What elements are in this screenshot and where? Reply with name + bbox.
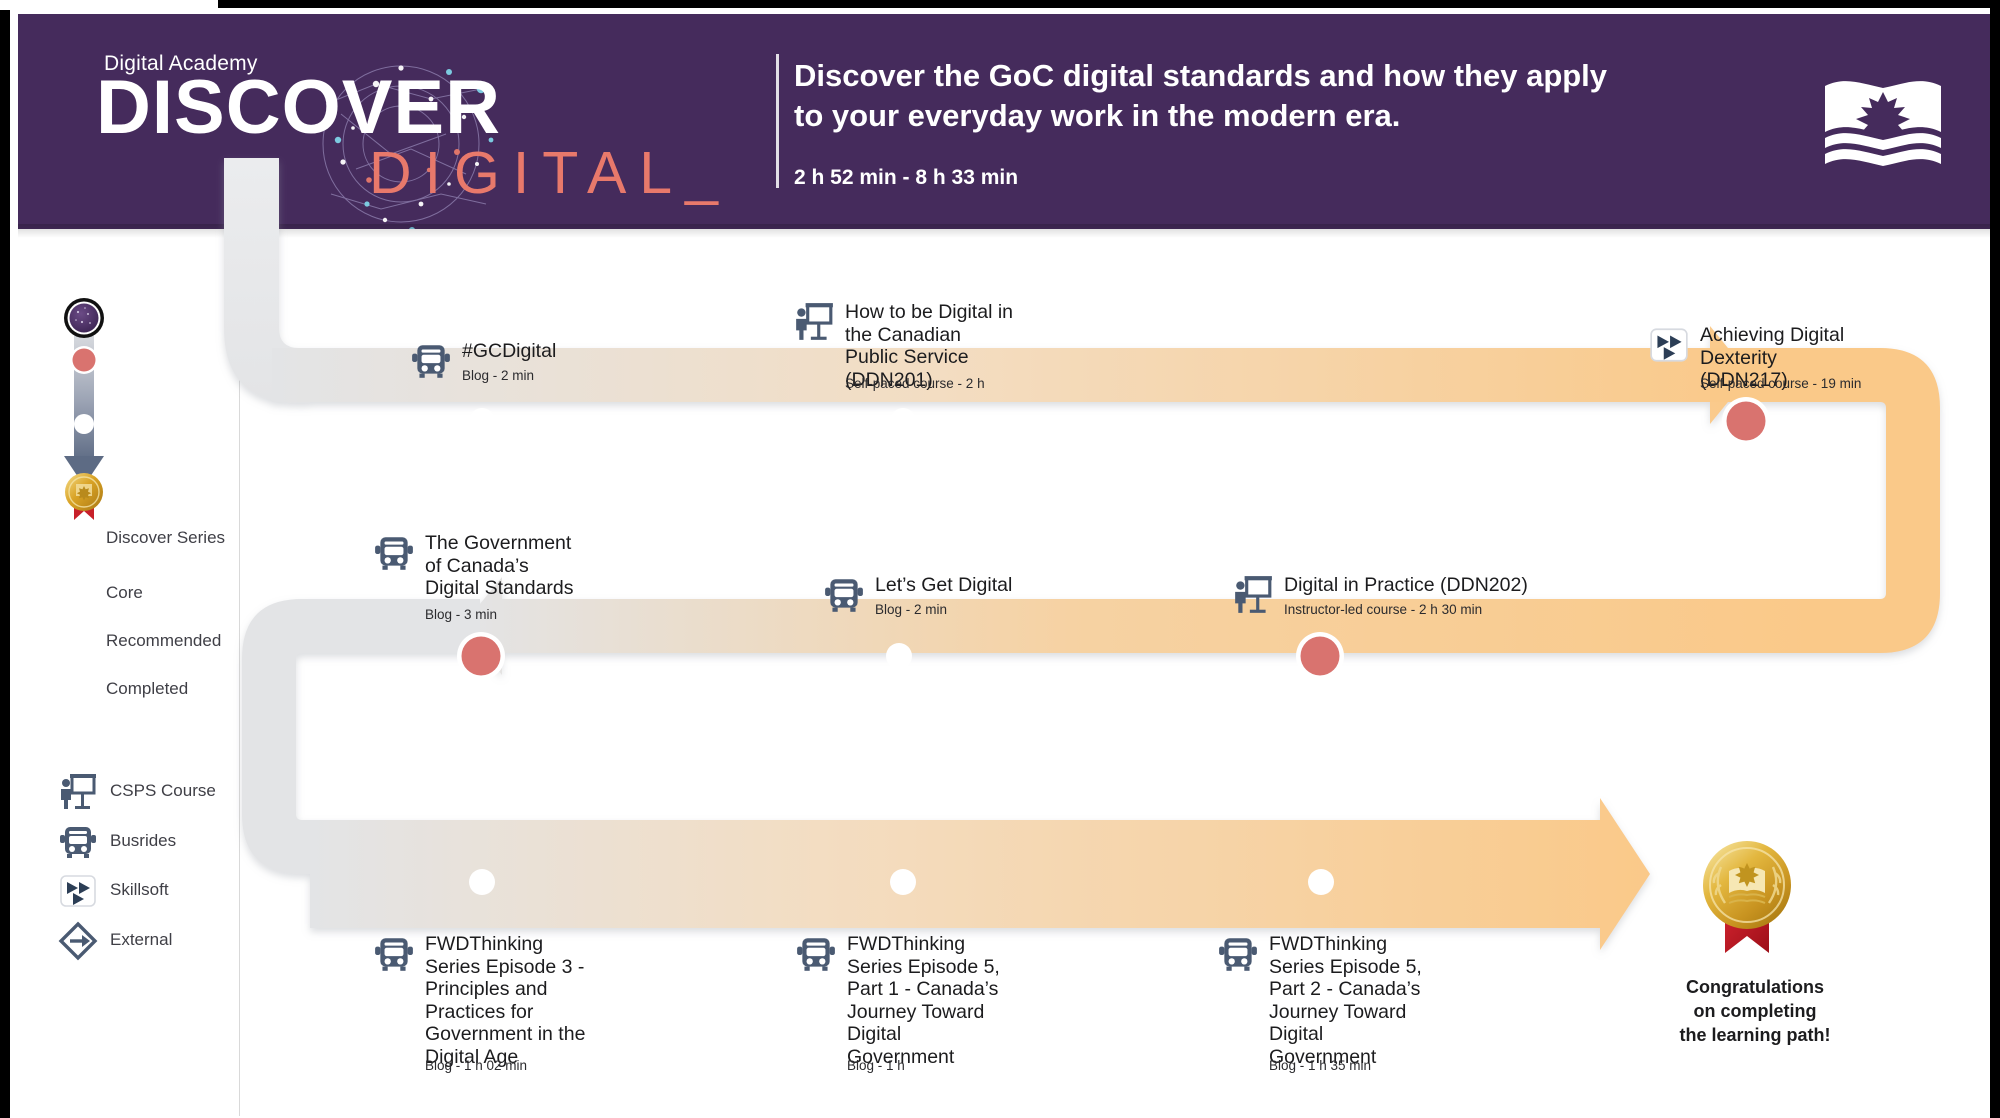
brand-discover-word: DISCOVER xyxy=(96,65,501,150)
busride-icon xyxy=(60,827,96,858)
legend-label-skillsoft: Skillsoft xyxy=(110,880,169,899)
node-title: #GCDigital xyxy=(462,340,557,362)
legend-item-busrides: Busrides xyxy=(58,822,238,862)
csps-open-book-maple-leaf-logo xyxy=(1825,81,1941,166)
path-marker-core-ring xyxy=(1722,397,1770,445)
legend-label-recommended: Recommended xyxy=(106,631,222,650)
legend-label-busrides: Busrides xyxy=(110,831,177,850)
completed-medal-icon xyxy=(1703,841,1791,953)
node-title: FWDThinking Series Episode 3 - Principle… xyxy=(425,933,586,1069)
path-turn-left xyxy=(242,599,480,874)
screenshot-root: Digital Academy DISCOVER DIGITAL_ Discov… xyxy=(0,0,2000,1118)
legend-item-recommended: Recommended xyxy=(106,631,221,652)
legend-label-csps-course: CSPS Course xyxy=(110,781,216,800)
legend-sidebar: Discover Series Core Recommended Complet… xyxy=(18,238,240,1116)
path-marker-recommended xyxy=(890,869,916,895)
legend-label-core: Core xyxy=(106,583,143,602)
busride-icon xyxy=(375,537,413,570)
node-meta: Blog - 2 min xyxy=(875,602,948,617)
node-title: FWDThinking Series Episode 5, Part 2 - C… xyxy=(1269,933,1422,1069)
legend-item-skillsoft: Skillsoft xyxy=(58,871,238,911)
path-marker-core xyxy=(461,636,501,676)
legend-item-discover-series: Discover Series xyxy=(106,528,225,549)
path-marker-core-ring xyxy=(1296,632,1344,680)
node-meta: Blog - 1 h 02 min xyxy=(425,1058,528,1073)
skillsoft-icon xyxy=(1650,328,1688,362)
csps-course-icon xyxy=(1235,576,1272,613)
node-title: Let’s Get Digital xyxy=(875,574,1013,596)
skillsoft-icon xyxy=(60,875,96,907)
external-link-icon xyxy=(58,921,98,961)
busride-icon xyxy=(825,579,863,612)
node-meta: Blog - 1 h xyxy=(847,1058,905,1073)
node-meta: Self-paced course - 2 h xyxy=(845,376,985,391)
completion-line-2: on completing xyxy=(1693,1000,1817,1021)
busride-icon xyxy=(1219,938,1257,971)
path-turn-right xyxy=(1710,348,1940,653)
node-title: Digital in Practice (DDN202) xyxy=(1284,574,1528,596)
node-meta: Blog - 3 min xyxy=(425,607,498,622)
legend-item-core: Core xyxy=(106,583,143,604)
legend-item-external: External xyxy=(58,921,238,961)
node-meta: Self-paced course - 19 min xyxy=(1700,376,1862,391)
header-divider xyxy=(776,54,779,188)
legend-label-discover-series: Discover Series xyxy=(106,528,226,547)
path-marker-recommended xyxy=(886,643,912,669)
node-meta: Blog - 1 h 35 min xyxy=(1269,1058,1372,1073)
legend-label-external: External xyxy=(110,930,173,949)
csps-course-icon xyxy=(796,303,833,340)
completion-message: Congratulations on completing the learni… xyxy=(1635,976,1875,1047)
legend-item-completed: Completed xyxy=(106,679,188,700)
completion-line-3: the learning path! xyxy=(1679,1024,1831,1045)
legend-item-csps-course: CSPS Course xyxy=(58,772,238,812)
brand-digital-word: DIGITAL_ xyxy=(369,140,731,206)
page-canvas: Digital Academy DISCOVER DIGITAL_ Discov… xyxy=(10,8,1990,1118)
path-marker-recommended xyxy=(1308,869,1334,895)
busride-icon xyxy=(797,938,835,971)
busride-icon xyxy=(375,938,413,971)
busride-icon xyxy=(412,345,450,378)
path-marker-core-ring xyxy=(457,632,505,680)
brand-lockup: Digital Academy DISCOVER DIGITAL_ xyxy=(96,52,746,229)
path-marker-core xyxy=(1300,636,1340,676)
completion-line-1: Congratulations xyxy=(1686,977,1824,997)
path-marker-core xyxy=(1726,401,1766,441)
page-title: Discover the GoC digital standards and h… xyxy=(794,58,1608,133)
node-title: FWDThinking Series Episode 5, Part 1 - C… xyxy=(847,933,1000,1069)
path-marker-recommended xyxy=(890,408,916,434)
node-meta: Instructor-led course - 2 h 30 min xyxy=(1284,602,1483,617)
legend-label-completed: Completed xyxy=(106,679,189,698)
header-banner: Digital Academy DISCOVER DIGITAL_ Discov… xyxy=(18,14,1990,229)
node-title: The Government of Canada’s Digital Stand… xyxy=(425,532,574,600)
node-meta: Blog - 2 min xyxy=(462,368,535,383)
path-marker-recommended xyxy=(469,869,495,895)
csps-course-icon xyxy=(61,774,96,809)
duration-label: 2 h 52 min - 8 h 33 min xyxy=(794,166,1019,189)
path-row-2 xyxy=(462,577,1810,675)
legend-status-flow xyxy=(64,298,104,520)
path-marker-recommended xyxy=(469,408,495,434)
path-row-3 xyxy=(310,798,1650,950)
